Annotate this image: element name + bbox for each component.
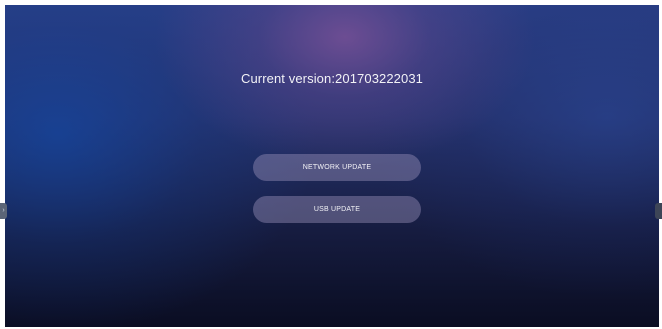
left-side-handle[interactable]: › xyxy=(0,203,7,219)
network-update-button[interactable]: NETWORK UPDATE xyxy=(253,154,421,181)
usb-update-button[interactable]: USB UPDATE xyxy=(253,196,421,223)
current-version-text: Current version:201703222031 xyxy=(240,71,424,86)
update-screen: Current version:201703222031 NETWORK UPD… xyxy=(5,5,659,327)
chevron-right-icon: › xyxy=(2,207,5,214)
right-side-handle[interactable] xyxy=(655,203,662,219)
tv-frame: Current version:201703222031 NETWORK UPD… xyxy=(0,0,662,329)
